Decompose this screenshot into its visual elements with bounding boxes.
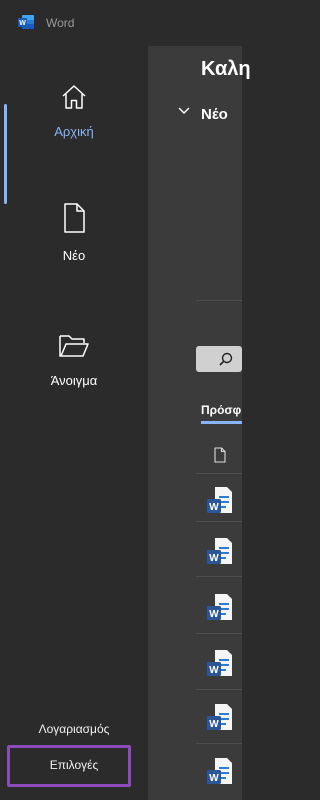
svg-text:W: W (209, 719, 219, 730)
file-type-column-icon (214, 447, 226, 463)
chevron-down-icon[interactable] (177, 106, 191, 116)
main-content: Καλη Νέο Πρόσφ W W W W W W (148, 46, 251, 800)
nav-item-home[interactable]: Αρχική (0, 76, 148, 156)
svg-text:W: W (19, 20, 26, 27)
new-document-icon (64, 203, 85, 233)
svg-text:W: W (209, 773, 219, 784)
word-document-icon: W (207, 704, 232, 730)
word-document-icon: W (207, 594, 232, 620)
row-divider (196, 689, 242, 690)
row-divider (196, 576, 242, 577)
nav-item-account[interactable]: Λογαριασμός (0, 722, 148, 736)
svg-text:W: W (209, 502, 219, 513)
window-title: Word (46, 16, 75, 30)
word-document-icon: W (207, 650, 232, 676)
tab-recent[interactable]: Πρόσφ (201, 403, 241, 417)
greeting-heading: Καλη (201, 58, 251, 80)
open-folder-icon (59, 335, 89, 357)
word-document-icon: W (207, 538, 232, 564)
word-document-icon: W (207, 487, 232, 513)
nav-label-open: Άνοιγμα (50, 373, 98, 388)
nav-item-options[interactable]: Επιλογές (0, 758, 148, 772)
nav-label-home: Αρχική (54, 124, 94, 139)
backstage-nav: Αρχική Νέο Άνοιγμα (0, 46, 148, 800)
nav-label-new: Νέο (62, 248, 86, 263)
svg-text:W: W (209, 609, 219, 620)
svg-text:W: W (209, 665, 219, 676)
section-divider (196, 300, 242, 301)
nav-item-open[interactable]: Άνοιγμα (0, 332, 148, 398)
word-document-icon: W (207, 758, 232, 784)
search-icon (219, 352, 233, 366)
row-divider (196, 633, 242, 634)
table-header-divider (196, 473, 242, 474)
title-bar: W Word (0, 0, 242, 46)
new-section-heading[interactable]: Νέο (201, 106, 228, 123)
tab-recent-underline (201, 421, 242, 424)
search-input[interactable] (196, 346, 242, 372)
home-icon (62, 85, 86, 109)
nav-item-new[interactable]: Νέο (0, 202, 148, 272)
word-app-icon: W (18, 15, 34, 29)
svg-text:W: W (209, 553, 219, 564)
row-divider (196, 743, 242, 744)
row-divider (196, 521, 242, 522)
